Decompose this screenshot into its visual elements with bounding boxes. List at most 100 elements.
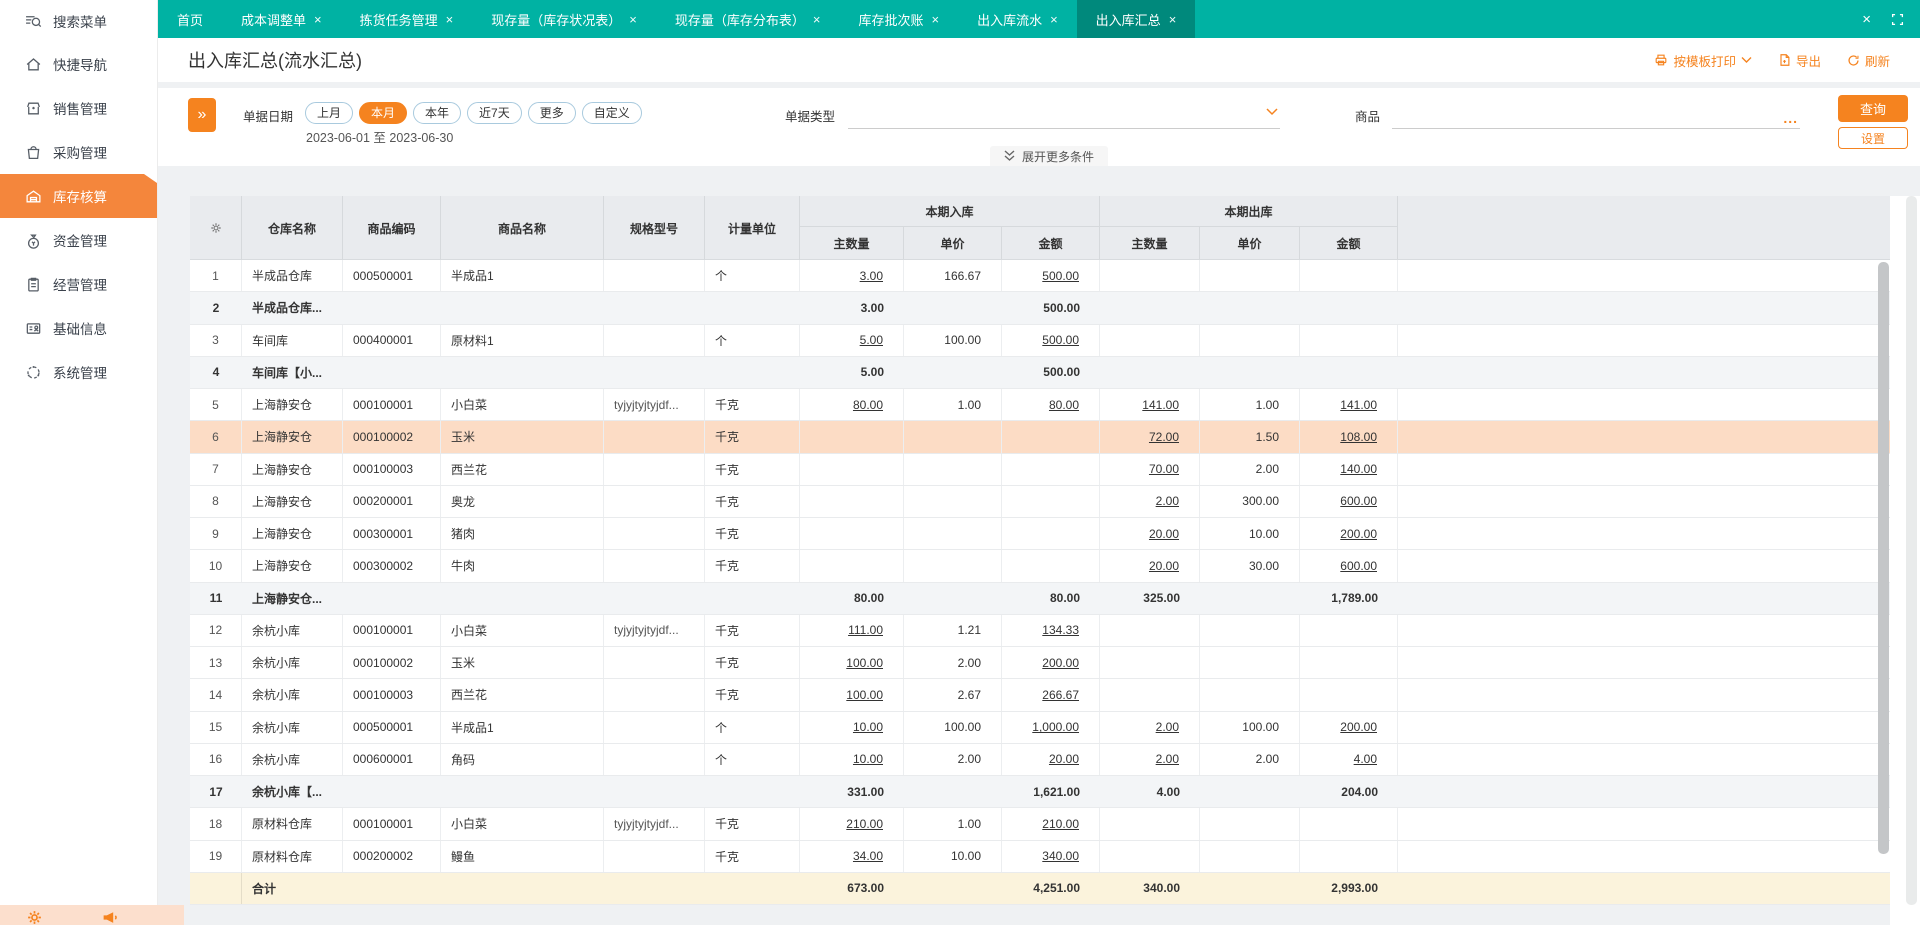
col-unit[interactable]: 计量单位 xyxy=(705,196,800,260)
drilldown-link[interactable]: 600.00 xyxy=(1340,559,1377,573)
megaphone-icon[interactable] xyxy=(101,909,119,925)
chevron-down-icon[interactable] xyxy=(1266,103,1278,121)
drilldown-link[interactable]: 111.00 xyxy=(848,623,883,637)
col-out-qty[interactable]: 主数量 xyxy=(1100,227,1200,259)
tab[interactable]: 成本调整单 × xyxy=(222,0,341,38)
table-row[interactable]: 18 原材料仓库 000100001 小白菜 tyjyjtyjtyjdf... 千克 210… xyxy=(190,808,1890,841)
drilldown-link[interactable]: 2.00 xyxy=(1156,720,1179,734)
table-row[interactable]: 1 半成品仓库 000500001 半成品1 个 3.00 166.67 500.00 xyxy=(190,260,1890,293)
drilldown-link[interactable]: 340.00 xyxy=(1042,849,1079,863)
tab[interactable]: 拣货任务管理 × xyxy=(341,0,473,38)
drilldown-link[interactable]: 141.00 xyxy=(1142,398,1179,412)
tab-close-icon[interactable]: × xyxy=(629,13,637,26)
sidebar-item[interactable]: 搜索菜单 xyxy=(0,0,157,42)
col-in-price[interactable]: 单价 xyxy=(904,227,1002,259)
drilldown-link[interactable]: 20.00 xyxy=(1149,559,1179,573)
drilldown-link[interactable]: 2.00 xyxy=(1156,752,1179,766)
table-row[interactable]: 17 余杭小库【... 331.00 1,621.00 4.00 204.00 xyxy=(190,776,1890,809)
drilldown-link[interactable]: 134.33 xyxy=(1042,623,1079,637)
table-row[interactable]: 14 余杭小库 000100003 西兰花 千克 100.00 2.67 266.67 xyxy=(190,679,1890,712)
fullscreen-icon[interactable] xyxy=(1891,13,1904,26)
table-row[interactable]: 12 余杭小库 000100001 小白菜 tyjyjtyjtyjdf... 千克 111.… xyxy=(190,614,1890,647)
drilldown-link[interactable]: 80.00 xyxy=(1049,398,1079,412)
page-scrollbar[interactable] xyxy=(1906,196,1917,905)
collapse-filter-button[interactable]: » xyxy=(188,98,216,132)
drilldown-link[interactable]: 210.00 xyxy=(846,817,883,831)
export-button[interactable]: 导出 xyxy=(1778,51,1821,70)
print-by-template-button[interactable]: 按模板打印 xyxy=(1654,51,1752,70)
date-option-pill[interactable]: 本年 xyxy=(413,102,462,124)
tab[interactable]: 出入库汇总 × xyxy=(1076,0,1196,38)
date-option-pill[interactable]: 更多 xyxy=(527,102,576,124)
drilldown-link[interactable]: 100.00 xyxy=(846,656,883,670)
table-row[interactable]: 13 余杭小库 000100002 玉米 千克 100.00 2.00 200.00 xyxy=(190,647,1890,680)
table-row[interactable]: 15 余杭小库 000500001 半成品1 个 10.00 100.00 1,000.00 2… xyxy=(190,711,1890,744)
table-row[interactable]: 2 半成品仓库... 3.00 500.00 xyxy=(190,292,1890,325)
product-input[interactable]: ... xyxy=(1392,102,1800,129)
tab-close-icon[interactable]: × xyxy=(314,13,322,26)
doc-type-select[interactable] xyxy=(848,102,1280,129)
drilldown-link[interactable]: 108.00 xyxy=(1340,430,1377,444)
drilldown-link[interactable]: 200.00 xyxy=(1042,656,1079,670)
col-in-amount[interactable]: 金额 xyxy=(1002,227,1100,259)
tab-close-icon[interactable]: × xyxy=(931,13,939,26)
drilldown-link[interactable]: 1,000.00 xyxy=(1032,720,1079,734)
drilldown-link[interactable]: 500.00 xyxy=(1042,269,1079,283)
date-option-pill[interactable]: 上月 xyxy=(305,102,354,124)
tab-close-icon[interactable]: × xyxy=(1169,13,1177,26)
drilldown-link[interactable]: 10.00 xyxy=(853,720,883,734)
col-out-price[interactable]: 单价 xyxy=(1200,227,1300,259)
table-row[interactable]: 19 原材料仓库 000200002 鳗鱼 千克 34.00 10.00 340.00 xyxy=(190,840,1890,873)
close-all-tabs-icon[interactable]: × xyxy=(1862,11,1871,28)
tab-close-icon[interactable]: × xyxy=(813,13,821,26)
drilldown-link[interactable]: 72.00 xyxy=(1149,430,1179,444)
col-product-code[interactable]: 商品编码 xyxy=(343,196,441,260)
col-warehouse[interactable]: 仓库名称 xyxy=(242,196,343,260)
sidebar-item[interactable]: 库存核算 xyxy=(0,174,157,218)
drilldown-link[interactable]: 4.00 xyxy=(1354,752,1377,766)
col-spec[interactable]: 规格型号 xyxy=(604,196,705,260)
col-in-qty[interactable]: 主数量 xyxy=(800,227,904,259)
tab-close-icon[interactable]: × xyxy=(1050,13,1058,26)
tab[interactable]: 库存批次账 × xyxy=(839,0,958,38)
refresh-button[interactable]: 刷新 xyxy=(1847,51,1890,70)
drilldown-link[interactable]: 210.00 xyxy=(1042,817,1079,831)
column-settings-gear-icon[interactable] xyxy=(190,196,242,260)
tab[interactable]: 出入库流水 × xyxy=(958,0,1077,38)
table-row[interactable]: 6 上海静安仓 000100002 玉米 千克 72.00 1.50 108.00 xyxy=(190,421,1890,454)
settings-button[interactable]: 设置 xyxy=(1838,127,1908,149)
table-row[interactable]: 10 上海静安仓 000300002 牛肉 千克 20.00 30.00 600.00 xyxy=(190,550,1890,583)
sidebar-item[interactable]: 快捷导航 xyxy=(0,42,157,86)
drilldown-link[interactable]: 3.00 xyxy=(860,269,883,283)
query-button[interactable]: 查询 xyxy=(1838,95,1908,122)
date-option-pill[interactable]: 近7天 xyxy=(467,102,522,124)
table-scrollbar-thumb[interactable] xyxy=(1878,262,1889,854)
drilldown-link[interactable]: 80.00 xyxy=(853,398,883,412)
table-row[interactable]: 9 上海静安仓 000300001 猪肉 千克 20.00 10.00 200.00 xyxy=(190,518,1890,551)
tab[interactable]: 现存量（库存状况表） × xyxy=(472,0,656,38)
drilldown-link[interactable]: 34.00 xyxy=(853,849,883,863)
sidebar-item[interactable]: 基础信息 xyxy=(0,306,157,350)
drilldown-link[interactable]: 70.00 xyxy=(1149,462,1179,476)
table-row[interactable]: 11 上海静安仓... 80.00 80.00 325.00 1,789.00 xyxy=(190,582,1890,615)
table-row[interactable]: 8 上海静安仓 000200001 奥龙 千克 2.00 300.00 600.00 xyxy=(190,485,1890,518)
drilldown-link[interactable]: 600.00 xyxy=(1340,494,1377,508)
sidebar-item[interactable]: 采购管理 xyxy=(0,130,157,174)
expand-more-conditions-button[interactable]: 展开更多条件 xyxy=(990,146,1109,166)
total-row[interactable]: 合计 673.00 4,251.00 340.00 2,993.00 xyxy=(190,872,1890,905)
drilldown-link[interactable]: 200.00 xyxy=(1340,720,1377,734)
tab[interactable]: 首页 xyxy=(158,0,222,38)
date-option-pill[interactable]: 自定义 xyxy=(581,102,642,124)
product-picker-ellipsis[interactable]: ... xyxy=(1783,110,1798,126)
date-option-pill[interactable]: 本月 xyxy=(359,102,408,124)
drilldown-link[interactable]: 10.00 xyxy=(853,752,883,766)
drilldown-link[interactable]: 5.00 xyxy=(860,333,883,347)
sidebar-item[interactable]: 系统管理 xyxy=(0,350,157,394)
table-row[interactable]: 3 车间库 000400001 原材料1 个 5.00 100.00 500.00 xyxy=(190,324,1890,357)
gear-icon[interactable] xyxy=(26,909,43,925)
sidebar-item[interactable]: 资金管理 xyxy=(0,218,157,262)
tab[interactable]: 现存量（库存分布表） × xyxy=(656,0,840,38)
sidebar-item[interactable]: 经营管理 xyxy=(0,262,157,306)
drilldown-link[interactable]: 266.67 xyxy=(1042,688,1079,702)
table-row[interactable]: 5 上海静安仓 000100001 小白菜 tyjyjtyjtyjdf... 千克 80.0… xyxy=(190,389,1890,422)
